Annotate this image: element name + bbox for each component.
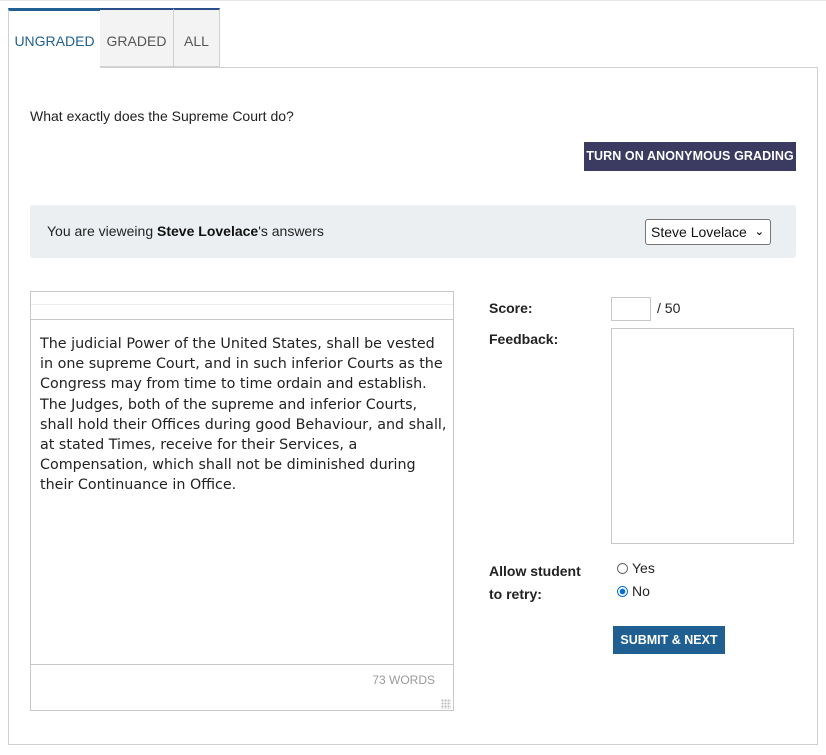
answer-box: The judicial Power of the United States,… — [30, 291, 454, 711]
viewing-prefix: You are vieweing — [47, 223, 158, 239]
viewing-student-name: Steve Lovelace — [157, 223, 259, 239]
resize-grip-icon[interactable] — [441, 699, 451, 709]
score-input[interactable] — [611, 297, 651, 321]
retry-label-line2: to retry: — [489, 586, 542, 602]
feedback-textarea[interactable] — [611, 328, 794, 544]
question-text: What exactly does the Supreme Court do? — [30, 108, 294, 124]
viewing-bar: You are vieweing Steve Lovelace's answer… — [30, 205, 796, 258]
feedback-label: Feedback: — [489, 331, 559, 347]
score-max: / 50 — [657, 300, 681, 316]
tab-graded[interactable]: GRADED — [99, 8, 174, 67]
toolbar-divider — [31, 304, 453, 305]
retry-label: Allow student to retry: — [489, 560, 581, 606]
student-select-value: Steve Lovelace — [651, 224, 747, 240]
tab-ungraded[interactable]: UNGRADED — [8, 8, 100, 69]
word-count: 73 WORDS — [372, 673, 435, 687]
top-divider — [0, 0, 826, 1]
radio-no-label: No — [632, 583, 650, 599]
viewing-suffix: 's answers — [258, 223, 324, 239]
answer-text: The judicial Power of the United States,… — [40, 336, 447, 494]
retry-label-line1: Allow student — [489, 563, 581, 579]
radio-yes[interactable] — [617, 563, 628, 574]
submit-next-button[interactable]: SUBMIT & NEXT — [613, 626, 725, 654]
answer-toolbar — [31, 292, 453, 320]
grading-panel: What exactly does the Supreme Court do? … — [8, 67, 818, 745]
radio-no[interactable] — [617, 586, 628, 597]
score-label: Score: — [489, 300, 533, 316]
chevron-down-icon: ⌄ — [754, 226, 764, 238]
answer-footer: 73 WORDS — [31, 664, 453, 711]
retry-option-yes[interactable]: Yes — [617, 560, 655, 576]
student-select[interactable]: Steve Lovelace ⌄ — [645, 219, 771, 245]
anonymous-grading-button[interactable]: TURN ON ANONYMOUS GRADING — [584, 142, 796, 171]
tab-all[interactable]: ALL — [173, 8, 220, 67]
viewing-text: You are vieweing Steve Lovelace's answer… — [47, 223, 324, 239]
retry-option-no[interactable]: No — [617, 583, 650, 599]
radio-yes-label: Yes — [632, 560, 655, 576]
